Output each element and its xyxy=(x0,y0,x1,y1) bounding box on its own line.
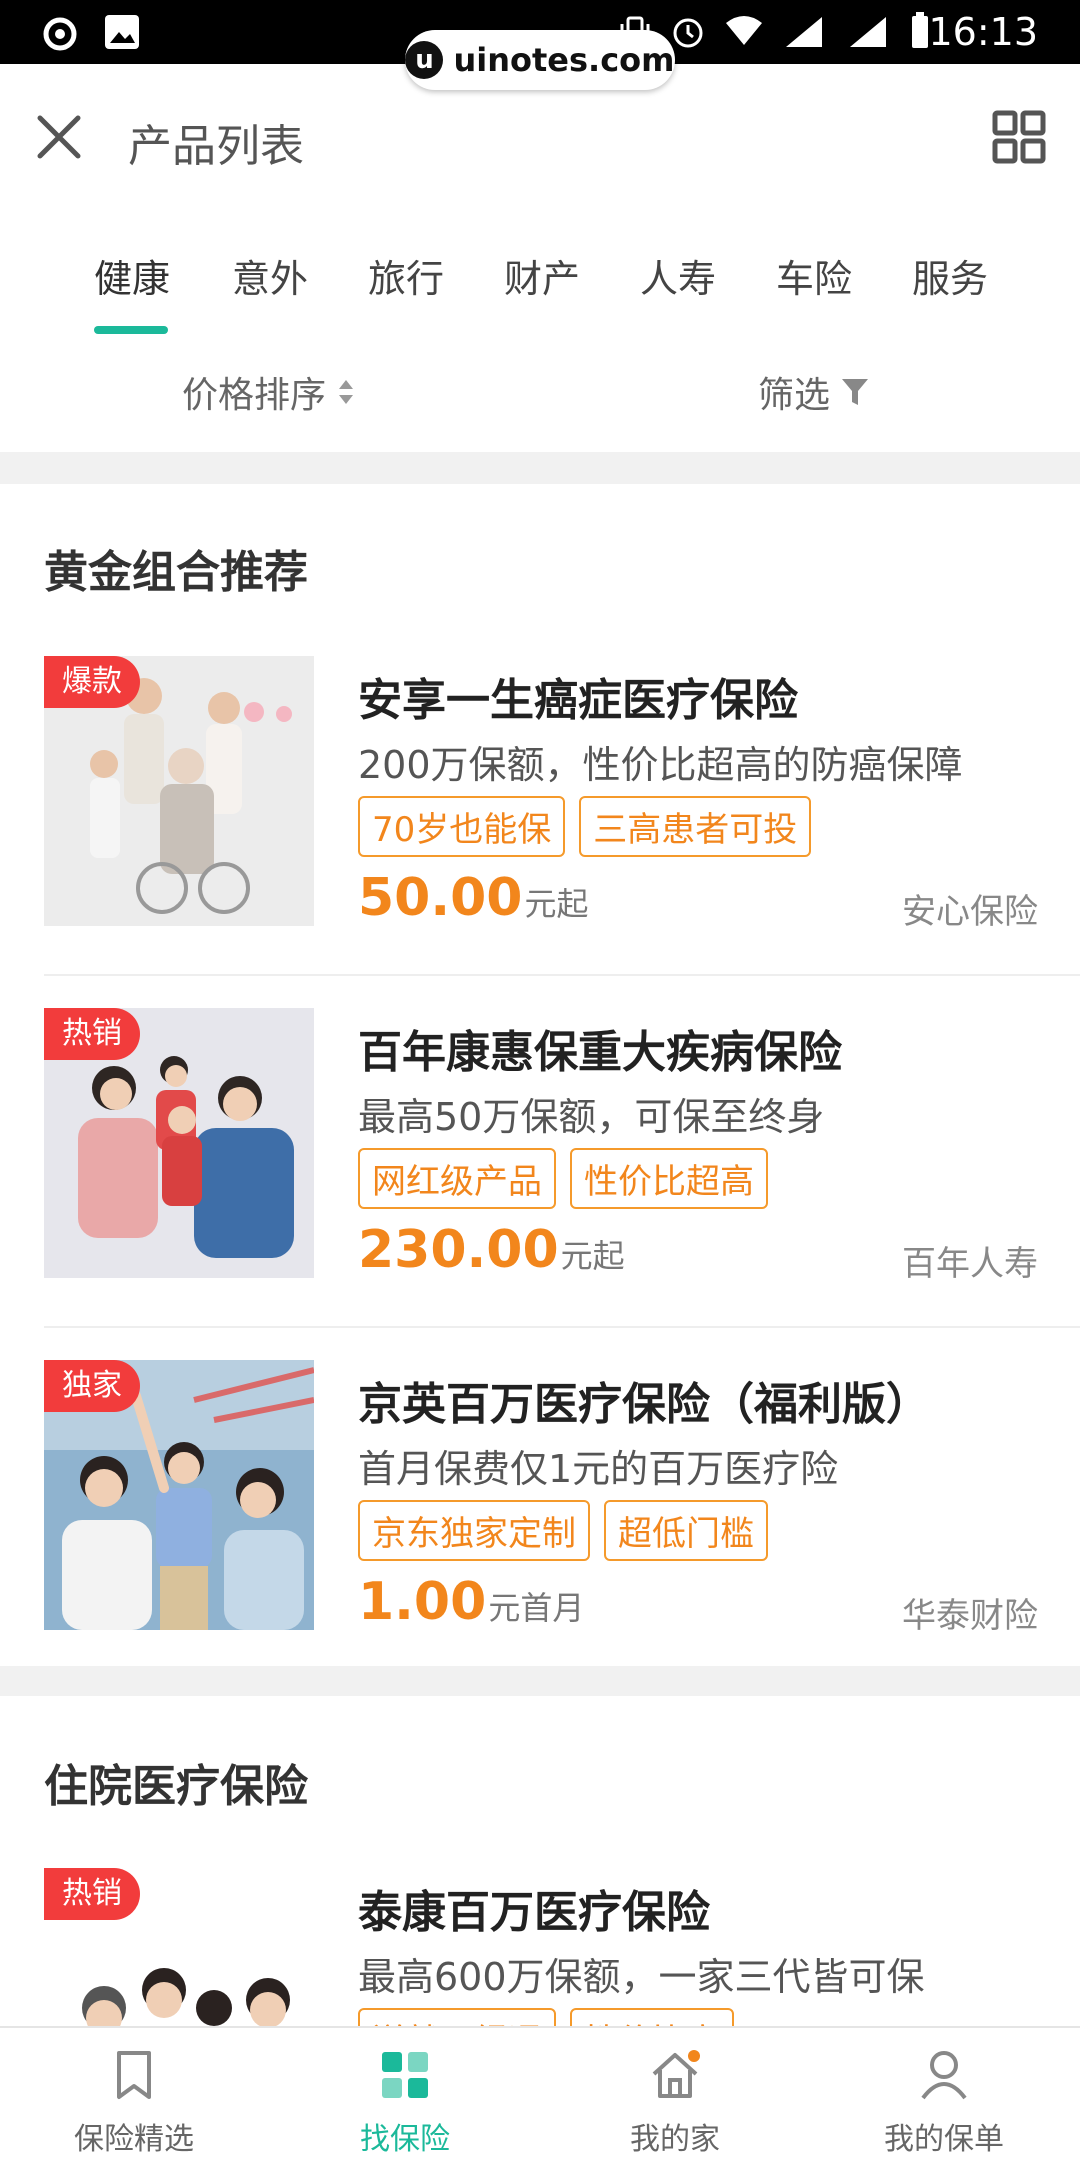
product-card[interactable]: 爆款 安享一生癌症医疗保险 200万保额，性价比超高的防癌保障 70岁也能保 三… xyxy=(0,656,1080,1008)
price-value: 1.00 xyxy=(358,1572,487,1632)
price-unit: 元起 xyxy=(524,885,589,923)
product-card[interactable]: 热销 百年康惠保重大疾病保险 最高50万保额，可保至终身 网红级产品 性价比超高… xyxy=(0,1008,1080,1360)
product-tag: 性价比超高 xyxy=(570,1148,768,1209)
filter-label: 筛选 xyxy=(758,375,831,416)
price-sort-label: 价格排序 xyxy=(182,375,327,416)
product-company: 百年人寿 xyxy=(902,1244,1038,1284)
signal-icon xyxy=(786,17,822,47)
nav-my-policies[interactable]: 我的保单 xyxy=(844,2048,1044,2158)
active-tab-indicator xyxy=(94,326,168,334)
product-tag: 三高患者可投 xyxy=(579,796,812,857)
wifi-icon xyxy=(726,16,762,45)
product-price: 1.00元首月 xyxy=(358,1572,584,1632)
signal-icon-2 xyxy=(850,17,886,47)
grid-menu-icon[interactable] xyxy=(992,110,1046,164)
product-tags: 70岁也能保 三高患者可投 xyxy=(358,796,812,857)
product-name: 京英百万医疗保险（福利版） xyxy=(358,1379,930,1430)
nav-label: 找保险 xyxy=(360,2122,450,2157)
nav-featured[interactable]: 保险精选 xyxy=(34,2048,234,2158)
product-badge: 独家 xyxy=(44,1360,140,1412)
filter-button[interactable]: 筛选 xyxy=(758,366,870,418)
product-card[interactable]: 热销 泰康百万医疗保险 最高600万保额，一家三代皆可保 送就医绿通 性价比高 xyxy=(0,1868,1080,2028)
app-notification-icon xyxy=(43,17,77,51)
product-tags: 网红级产品 性价比超高 xyxy=(358,1148,768,1209)
section-separator xyxy=(0,1666,1080,1696)
home-icon xyxy=(652,2050,700,2098)
product-tag: 送就医绿通 xyxy=(358,2008,556,2028)
nav-label: 保险精选 xyxy=(74,2122,194,2157)
user-icon xyxy=(921,2051,967,2100)
product-price: 230.00元起 xyxy=(358,1220,625,1280)
bookmark-icon xyxy=(117,2051,151,2099)
product-badge: 热销 xyxy=(44,1868,140,1920)
nav-my-home[interactable]: 我的家 xyxy=(575,2048,775,2158)
tab-life[interactable]: 人寿 xyxy=(640,248,716,303)
product-name: 安享一生癌症医疗保险 xyxy=(358,675,798,726)
section-title-gold: 黄金组合推荐 xyxy=(44,547,308,598)
product-description: 200万保额，性价比超高的防癌保障 xyxy=(358,743,963,787)
alarm-icon xyxy=(673,18,703,48)
sort-arrows-icon xyxy=(339,380,354,404)
product-card[interactable]: 独家 京英百万医疗保险（福利版） 首月保费仅1元的百万医疗险 京东独家定制 超低… xyxy=(0,1360,1080,1712)
app-header: 产品列表 xyxy=(0,64,1080,204)
page-title: 产品列表 xyxy=(128,121,304,172)
product-badge: 热销 xyxy=(44,1008,140,1060)
price-unit: 元起 xyxy=(560,1237,625,1275)
product-badge: 爆款 xyxy=(44,656,140,708)
image-notification-icon xyxy=(105,15,139,49)
product-description: 首月保费仅1元的百万医疗险 xyxy=(358,1447,839,1491)
tab-property[interactable]: 财产 xyxy=(504,248,580,303)
close-icon[interactable] xyxy=(34,112,84,162)
bottom-navigation: 保险精选 找保险 我的家 我的保单 xyxy=(0,2026,1080,2162)
product-description: 最高50万保额，可保至终身 xyxy=(358,1095,825,1139)
price-value: 230.00 xyxy=(358,1220,559,1280)
card-divider xyxy=(44,1326,1080,1328)
product-company: 安心保险 xyxy=(902,892,1038,932)
tab-car[interactable]: 车险 xyxy=(776,248,852,303)
tab-travel[interactable]: 旅行 xyxy=(368,248,444,303)
product-company: 华泰财险 xyxy=(902,1596,1038,1636)
tab-service[interactable]: 服务 xyxy=(912,248,988,303)
product-tag: 网红级产品 xyxy=(358,1148,556,1209)
section-separator xyxy=(0,452,1080,484)
product-tag: 性价比高 xyxy=(570,2008,734,2028)
product-name: 百年康惠保重大疾病保险 xyxy=(358,1027,842,1078)
product-price: 50.00元起 xyxy=(358,868,589,928)
product-tags: 送就医绿通 性价比高 xyxy=(358,2008,734,2028)
price-unit: 元首月 xyxy=(488,1589,585,1627)
product-tags: 京东独家定制 超低门槛 xyxy=(358,1500,768,1561)
nav-label: 我的保单 xyxy=(884,2122,1004,2157)
grid-apps-icon xyxy=(382,2052,428,2098)
price-value: 50.00 xyxy=(358,868,523,928)
tab-health[interactable]: 健康 xyxy=(94,248,170,303)
price-sort-button[interactable]: 价格排序 xyxy=(182,366,356,418)
status-time: 16:13 xyxy=(928,10,1038,54)
product-tag: 超低门槛 xyxy=(604,1500,768,1561)
nav-find-insurance[interactable]: 找保险 xyxy=(305,2048,505,2158)
product-name: 泰康百万医疗保险 xyxy=(358,1887,710,1938)
battery-icon xyxy=(912,12,928,48)
product-tag: 京东独家定制 xyxy=(358,1500,590,1561)
product-tag: 70岁也能保 xyxy=(358,796,566,857)
product-description: 最高600万保额，一家三代皆可保 xyxy=(358,1955,925,1999)
category-tabs: 健康 意外 旅行 财产 人寿 车险 服务 xyxy=(0,230,1080,340)
nav-label: 我的家 xyxy=(630,2122,720,2157)
card-divider xyxy=(44,974,1080,976)
section-title-hospital: 住院医疗保险 xyxy=(44,1761,308,1812)
sort-filter-bar: 价格排序 筛选 xyxy=(0,350,1080,450)
funnel-icon xyxy=(842,379,869,405)
tab-accident[interactable]: 意外 xyxy=(232,248,308,303)
